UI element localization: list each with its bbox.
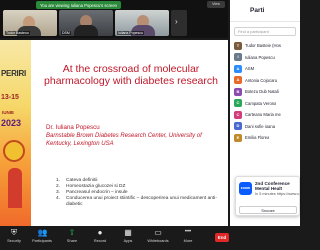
notification-subtitle: In 5 minutes https://www.u: [255, 192, 300, 196]
share-screen-button[interactable]: ⇧ Share: [58, 228, 86, 243]
screen-share-banner-text: You are viewing Iuliana Popescu's screen: [40, 2, 117, 8]
participant-name: Emilia Florea: [245, 135, 270, 141]
zoom-meeting-window: You are viewing Iuliana Popescu's screen…: [0, 0, 300, 250]
thumbnail-name: Tudor Basteoo: [5, 31, 30, 35]
video-thumbnail[interactable]: Iuliana Popescu: [115, 10, 169, 36]
toolbar-label: Apps: [123, 239, 133, 243]
participant-name: Tudor Basteie (Hos: [245, 43, 281, 49]
view-options-button[interactable]: View: [207, 1, 225, 8]
whiteboards-button[interactable]: ▭ Whiteboards: [144, 228, 172, 243]
participant-name: Botezu Dub Natali: [245, 89, 279, 95]
zoom-logo-icon: zoom: [239, 182, 252, 195]
toolbar-label: Security: [7, 239, 21, 243]
notification-title: 2nd Conference Mental Healt: [255, 181, 290, 192]
participants-panel-header: Parti: [230, 0, 300, 22]
participant-name: Carteanu Maria me: [245, 112, 281, 118]
participant-name: Iuliana Popescu: [245, 54, 275, 60]
avatar: A: [234, 76, 242, 85]
participant-name: Campata Verona: [245, 100, 277, 106]
slide-title: At the crossroad of molecular pharmacolo…: [44, 63, 218, 87]
meeting-reminder-notification: zoom 2nd Conference Mental Healt In 5 mi…: [235, 176, 300, 216]
poster-month: IUNIE: [2, 110, 15, 115]
participant-row[interactable]: D Dani sofie ioana: [230, 121, 300, 133]
record-button[interactable]: ● Record: [86, 228, 114, 243]
participant-row[interactable]: T Tudor Basteie (Hos: [230, 40, 300, 52]
more-button[interactable]: ••• More: [174, 228, 202, 243]
share-screen-icon: ⇧: [68, 228, 76, 237]
snooze-button[interactable]: Snooze: [239, 206, 297, 214]
record-icon: ●: [97, 228, 103, 237]
video-thumbnail[interactable]: Tudor Basteoo: [3, 10, 57, 36]
chevron-right-icon: ›: [175, 17, 178, 26]
participant-row[interactable]: A ASM: [230, 63, 300, 75]
participant-row[interactable]: I Iuliana Popescu: [230, 52, 300, 64]
meeting-toolbar: ⛨ Security 👥 Participants ⇧ Share ● Reco…: [0, 226, 300, 250]
poster-dates: 13-15: [1, 94, 19, 101]
avatar: C: [234, 99, 242, 108]
participant-row[interactable]: B Botezu Dub Natali: [230, 86, 300, 98]
avatar: E: [234, 133, 242, 142]
participant-row[interactable]: C Campata Verona: [230, 98, 300, 110]
thumbnail-scroll-arrow[interactable]: ›: [171, 10, 187, 36]
whiteboard-icon: ▭: [154, 228, 162, 237]
avatar: T: [234, 41, 242, 50]
security-button[interactable]: ⛨ Security: [0, 228, 28, 243]
list-item: 4. Conducerea unui proiect stiintific – d…: [56, 196, 217, 207]
participant-search-input[interactable]: Find a participant: [234, 27, 296, 36]
avatar: A: [234, 64, 242, 73]
toolbar-label: Record: [93, 239, 107, 243]
shared-screen-slide: PERIRI 13-15 IUNIE 2023 At the crossroad…: [0, 40, 228, 226]
avatar: C: [234, 110, 242, 119]
apps-button[interactable]: ▦ Apps: [114, 228, 142, 243]
thumbnail-name: Iuliana Popescu: [117, 31, 144, 35]
poster-year: 2023: [1, 118, 22, 128]
avatar: D: [234, 122, 242, 131]
participant-name: Antonia Cojocaru: [245, 77, 278, 83]
participants-icon: 👥: [37, 228, 48, 237]
toolbar-label: Share: [66, 239, 78, 243]
presenter-affiliation: Barnstable Brown Diabetes Research Cente…: [46, 133, 202, 147]
video-thumbnail-strip: You are viewing Iuliana Popescu's screen…: [0, 0, 228, 38]
video-thumbnail[interactable]: DSM: [59, 10, 113, 36]
participant-name: ASM: [245, 66, 255, 72]
participant-row[interactable]: E Emilia Florea: [230, 132, 300, 144]
toolbar-label: Participants: [32, 239, 52, 243]
participant-row[interactable]: A Antonia Cojocaru: [230, 75, 300, 87]
avatar: B: [234, 87, 242, 96]
toolbar-label: More: [183, 239, 193, 243]
slide-outline-list: 1. Cateva definitii 2. Homeostazia glucoze…: [56, 178, 226, 208]
shield-icon: ⛨: [11, 228, 17, 237]
end-meeting-button[interactable]: End: [215, 233, 229, 242]
participant-row[interactable]: C Carteanu Maria me: [230, 109, 300, 121]
poster-decoration: [8, 168, 22, 208]
participants-button[interactable]: 👥 Participants: [28, 228, 56, 243]
avatar: I: [234, 53, 242, 62]
presenter-name: Dr. Iuliana Popescu: [46, 124, 100, 131]
thumbnail-name: DSM: [61, 31, 71, 35]
toolbar-label: Whiteboards: [147, 239, 169, 243]
apps-icon: ▦: [124, 228, 132, 237]
participant-list: T Tudor Basteie (Hos I Iuliana Popescu A AS…: [230, 40, 300, 144]
conference-poster-image: PERIRI 13-15 IUNIE 2023: [0, 40, 31, 226]
more-icon: •••: [184, 229, 192, 235]
participants-panel-title: Parti: [250, 7, 265, 14]
poster-decoration: [3, 140, 25, 162]
participant-name: Dani sofie ioana: [245, 123, 276, 129]
poster-word: PERIRI: [1, 69, 26, 78]
screen-share-banner: You are viewing Iuliana Popescu's screen: [36, 1, 121, 9]
